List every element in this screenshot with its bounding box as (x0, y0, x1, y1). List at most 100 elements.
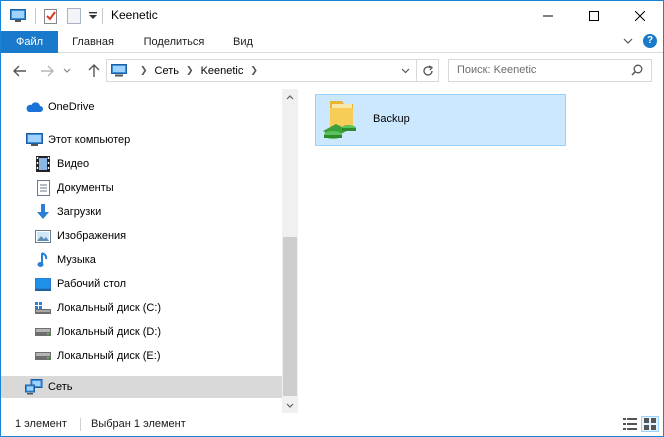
music-icon (34, 251, 52, 269)
this-pc-icon (25, 131, 43, 149)
window-controls (525, 1, 663, 30)
nav-item-drive-d[interactable]: Локальный диск (D:) (1, 321, 282, 343)
expand-ribbon-button[interactable] (623, 34, 633, 48)
search-icon[interactable] (631, 64, 645, 78)
tab-file[interactable]: Файл (1, 31, 58, 53)
tiles-view-icon (644, 418, 656, 430)
details-view-icon (623, 418, 637, 430)
chevron-down-icon (623, 38, 633, 44)
window-title: Keenetic (111, 8, 158, 22)
search-box[interactable]: Поиск: Keenetic (448, 59, 652, 82)
customize-dropdown-icon[interactable] (88, 7, 98, 25)
shared-folder-icon (322, 99, 362, 141)
refresh-icon (422, 64, 433, 76)
address-history-button[interactable] (398, 63, 412, 78)
folder-item-backup[interactable]: Backup (315, 94, 566, 146)
close-icon (635, 10, 645, 21)
scroll-up-button[interactable] (282, 89, 298, 105)
breadcrumb-network[interactable]: Сеть (155, 65, 179, 77)
arrow-left-icon (13, 65, 26, 77)
explorer-window: Keenetic Файл Главная Поделиться Вид ? ❯… (0, 0, 664, 437)
title-separator (102, 8, 103, 24)
file-list[interactable]: Backup (299, 89, 663, 413)
recent-locations-button[interactable] (62, 63, 72, 79)
navigation-pane: OneDrive Этот компьютер Видео Документы … (1, 89, 298, 413)
nav-item-label: Локальный диск (E:) (57, 350, 161, 362)
nav-item-network[interactable]: Сеть (1, 376, 282, 398)
tab-share[interactable]: Поделиться (132, 31, 216, 53)
nav-item-documents[interactable]: Документы (1, 177, 282, 199)
pictures-icon (34, 227, 52, 245)
nav-item-label: Локальный диск (D:) (57, 326, 162, 338)
nav-item-label: Видео (57, 158, 90, 170)
breadcrumb: ❯ Сеть ❯ Keenetic ❯ (111, 60, 265, 81)
nav-item-label: Загрузки (57, 206, 102, 218)
nav-item-label: Музыка (57, 254, 96, 266)
nav-item-label: Изображения (57, 230, 127, 242)
onedrive-icon (25, 98, 43, 116)
nav-item-drive-c[interactable]: Локальный диск (C:) (1, 297, 282, 319)
nav-scrollbar[interactable] (282, 89, 298, 413)
status-bar: 1 элемент Выбран 1 элемент (1, 413, 663, 436)
title-bar: Keenetic (1, 1, 663, 31)
qat-separator (35, 8, 36, 24)
nav-item-video[interactable]: Видео (1, 153, 282, 175)
address-computer-icon (111, 64, 127, 77)
minimize-button[interactable] (525, 1, 571, 30)
back-button[interactable] (12, 63, 28, 79)
address-row: ❯ Сеть ❯ Keenetic ❯ Поиск: Keenetic (1, 54, 663, 88)
drive-icon (34, 323, 52, 341)
forward-button[interactable] (39, 63, 55, 79)
tab-home[interactable]: Главная (60, 31, 126, 53)
nav-item-desktop[interactable]: Рабочий стол (1, 273, 282, 295)
nav-item-label: Документы (57, 182, 114, 194)
ribbon-tabs: Файл Главная Поделиться Вид ? (1, 31, 663, 53)
desktop-icon (34, 275, 52, 293)
details-view-button[interactable] (621, 416, 639, 432)
breadcrumb-chevron-icon[interactable]: ❯ (186, 65, 194, 76)
nav-item-label: Этот компьютер (48, 134, 131, 146)
arrow-up-icon (88, 64, 100, 77)
arrow-right-icon (41, 65, 54, 77)
nav-item-pictures[interactable]: Изображения (1, 225, 282, 247)
help-button[interactable]: ? (643, 34, 657, 48)
maximize-icon (589, 10, 599, 21)
new-folder-icon[interactable] (65, 7, 83, 25)
scroll-down-button[interactable] (282, 397, 298, 413)
nav-item-music[interactable]: Музыка (1, 249, 282, 271)
nav-item-label: Сеть (48, 381, 73, 393)
search-input[interactable]: Поиск: Keenetic (457, 64, 536, 76)
selection-count: Выбран 1 элемент (91, 418, 186, 430)
refresh-button[interactable] (416, 60, 438, 81)
address-bar[interactable]: ❯ Сеть ❯ Keenetic ❯ (106, 59, 439, 82)
breadcrumb-keenetic[interactable]: Keenetic (201, 65, 244, 77)
drive-icon (34, 347, 52, 365)
nav-item-drive-e[interactable]: Локальный диск (E:) (1, 345, 282, 367)
up-button[interactable] (86, 63, 102, 79)
chevron-down-icon (401, 68, 409, 73)
minimize-icon (543, 15, 553, 16)
nav-item-onedrive[interactable]: OneDrive (1, 96, 282, 118)
view-switcher (619, 416, 659, 432)
breadcrumb-chevron-icon[interactable]: ❯ (250, 65, 258, 76)
tiles-view-button[interactable] (641, 416, 659, 432)
ribbon-right-controls: ? (623, 34, 657, 48)
computer-icon[interactable] (9, 7, 27, 25)
chevron-up-icon (286, 94, 294, 99)
nav-item-downloads[interactable]: Загрузки (1, 201, 282, 223)
maximize-button[interactable] (571, 1, 617, 30)
chevron-down-icon (286, 403, 294, 408)
status-separator (80, 418, 81, 431)
network-icon (25, 378, 43, 396)
video-icon (34, 155, 52, 173)
tab-view[interactable]: Вид (223, 31, 263, 53)
breadcrumb-chevron-icon[interactable]: ❯ (140, 65, 148, 76)
chevron-down-icon (63, 68, 71, 73)
nav-item-label: Рабочий стол (57, 278, 127, 290)
properties-icon[interactable] (42, 7, 60, 25)
documents-icon (34, 179, 52, 197)
close-button[interactable] (617, 1, 663, 30)
nav-item-this-pc[interactable]: Этот компьютер (1, 129, 282, 151)
scroll-thumb[interactable] (283, 237, 297, 396)
downloads-icon (34, 203, 52, 221)
